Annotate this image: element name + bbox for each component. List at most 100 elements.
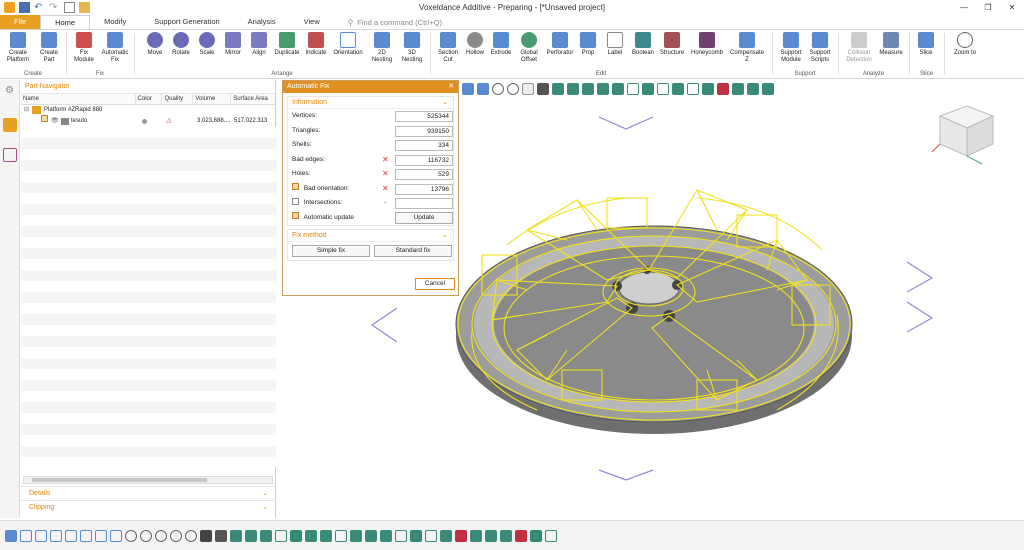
redo-icon[interactable]: ↷ xyxy=(49,2,60,13)
collision-detection-button[interactable]: Collision Detection xyxy=(841,32,877,64)
align-button[interactable]: Align xyxy=(247,32,271,57)
create-platform-button[interactable]: Create Platform xyxy=(4,32,32,64)
pan-icon[interactable] xyxy=(125,529,137,542)
select-add-icon[interactable] xyxy=(215,529,227,542)
view-top-icon[interactable] xyxy=(80,529,92,542)
zoom-in-icon[interactable] xyxy=(170,529,182,542)
boolean-button[interactable]: Boolean xyxy=(630,32,656,57)
tab-file[interactable]: File xyxy=(0,15,41,29)
mark-edge-icon[interactable] xyxy=(395,529,407,542)
platform-row[interactable]: ⊟ Platform #ZRapid 880 xyxy=(21,105,275,116)
create-part-button[interactable]: Create Part xyxy=(36,32,62,64)
measure-button[interactable]: Measure xyxy=(877,32,905,57)
column-header-volume[interactable]: Volume xyxy=(193,94,232,104)
part-navigator-tab-icon[interactable] xyxy=(2,118,17,132)
simple-fix-button[interactable]: Simple fix xyxy=(292,245,370,257)
cancel-button[interactable]: Cancel xyxy=(415,278,455,290)
horizontal-scrollbar[interactable] xyxy=(23,476,273,484)
part-row[interactable]: 👁 tesuto ⚠ 3,023,688.... 517,022.313 xyxy=(21,115,275,127)
information-header[interactable]: Information ⌄ xyxy=(288,97,453,109)
mark-icon[interactable] xyxy=(410,529,422,542)
mark-expand-icon[interactable] xyxy=(485,529,497,542)
mark-minus-icon[interactable] xyxy=(440,529,452,542)
select-pointer-icon[interactable] xyxy=(200,529,212,542)
support-scripts-button[interactable]: Support Scripts xyxy=(806,32,834,64)
perforator-button[interactable]: Perforator xyxy=(545,32,575,57)
unmark-icon[interactable] xyxy=(455,529,467,542)
support-module-button[interactable]: Support Module xyxy=(777,32,805,64)
fix-module-button[interactable]: Fix Module xyxy=(70,32,98,64)
mark-plus-icon[interactable] xyxy=(425,529,437,542)
rotate-button[interactable]: Rotate xyxy=(169,32,193,57)
view-iso-icon[interactable] xyxy=(5,529,17,542)
mark-shell-icon[interactable] xyxy=(245,529,257,542)
part-color-swatch[interactable] xyxy=(142,119,147,124)
save-icon[interactable] xyxy=(19,2,30,13)
view-back-icon[interactable] xyxy=(35,529,47,542)
column-header-quality[interactable]: Quality xyxy=(162,94,194,104)
column-header-name[interactable]: Name xyxy=(21,94,136,104)
column-header-color[interactable]: Color xyxy=(136,94,163,104)
zoom-fit-icon[interactable] xyxy=(155,529,167,542)
mark-box-icon[interactable] xyxy=(275,529,287,542)
find-command[interactable]: ⚲ Find a command (Ctrl+Q) xyxy=(348,15,442,29)
dialog-close-icon[interactable]: ✕ xyxy=(448,81,454,93)
view-left-icon[interactable] xyxy=(50,529,62,542)
standard-fix-button[interactable]: Standard fix xyxy=(374,245,452,257)
update-button[interactable]: Update xyxy=(395,211,453,224)
rotate-view-icon[interactable] xyxy=(140,529,152,542)
mark-plane-icon[interactable] xyxy=(305,529,317,542)
view-perspective-icon[interactable] xyxy=(110,529,122,542)
honeycomb-button[interactable]: Honeycomb xyxy=(688,32,726,57)
mark-face-icon[interactable] xyxy=(230,529,242,542)
tab-view[interactable]: View xyxy=(290,15,334,29)
intersections-checkbox[interactable] xyxy=(292,197,299,205)
mark-surface-icon[interactable] xyxy=(260,529,272,542)
details-section[interactable]: Details ⌄ xyxy=(21,486,276,499)
move-button[interactable]: Move xyxy=(143,32,167,57)
mark-cross-icon[interactable] xyxy=(350,529,362,542)
mark-wave-icon[interactable] xyxy=(335,529,347,542)
new-file-icon[interactable] xyxy=(64,2,75,13)
tab-support-generation[interactable]: Support Generation xyxy=(140,15,233,29)
fix-method-header[interactable]: Fix method ⌄ xyxy=(288,230,453,242)
slice-button[interactable]: Slice xyxy=(913,32,939,57)
mark-triangle-icon[interactable] xyxy=(380,529,392,542)
3d-nesting-button[interactable]: 3D Nesting xyxy=(398,32,426,64)
hollow-button[interactable]: Hollow xyxy=(463,32,487,57)
mark-all-icon[interactable] xyxy=(530,529,542,542)
label-button[interactable]: Label xyxy=(602,32,628,57)
mirror-button[interactable]: Mirror xyxy=(221,32,245,57)
open-folder-icon[interactable] xyxy=(79,2,90,13)
minimize-button[interactable]: — xyxy=(952,0,976,15)
clear-marking-icon[interactable] xyxy=(545,529,557,542)
prop-button[interactable]: Prop xyxy=(577,32,599,57)
scrollbar-thumb[interactable] xyxy=(32,478,207,482)
automatic-update-checkbox[interactable] xyxy=(292,212,299,220)
undo-icon[interactable]: ↶ xyxy=(34,2,45,13)
mark-region-icon[interactable] xyxy=(320,529,332,542)
collapse-toggle-icon[interactable]: ⊟ xyxy=(24,105,32,116)
close-button[interactable]: ✕ xyxy=(1000,0,1024,15)
view-bottom-icon[interactable] xyxy=(95,529,107,542)
eye-icon[interactable]: 👁 xyxy=(51,116,61,127)
duplicate-button[interactable]: Duplicate xyxy=(273,32,301,57)
zoom-search-icon[interactable] xyxy=(185,529,197,542)
bad-orientation-checkbox[interactable] xyxy=(292,183,299,191)
part-visibility-checkbox[interactable] xyxy=(41,115,48,122)
mark-shrink-icon[interactable] xyxy=(500,529,512,542)
global-offset-button[interactable]: Global Offset xyxy=(515,32,543,64)
automatic-fix-button[interactable]: Automatic Fix xyxy=(100,32,130,64)
structure-button[interactable]: Structure xyxy=(658,32,686,57)
delete-marked-icon[interactable] xyxy=(515,529,527,542)
zoom-to-button[interactable]: Zoom to xyxy=(950,32,980,57)
mark-lasso-icon[interactable] xyxy=(365,529,377,542)
mark-invert-icon[interactable] xyxy=(470,529,482,542)
view-front-icon[interactable] xyxy=(20,529,32,542)
tree-view-tab-icon[interactable] xyxy=(2,148,17,162)
column-header-surface-area[interactable]: Surface Area xyxy=(231,94,275,104)
view-right-icon[interactable] xyxy=(65,529,77,542)
scale-button[interactable]: Scale xyxy=(195,32,219,57)
compensate-z-button[interactable]: Compensate Z xyxy=(728,32,766,64)
settings-gear-icon[interactable]: ⚙ xyxy=(3,84,17,98)
